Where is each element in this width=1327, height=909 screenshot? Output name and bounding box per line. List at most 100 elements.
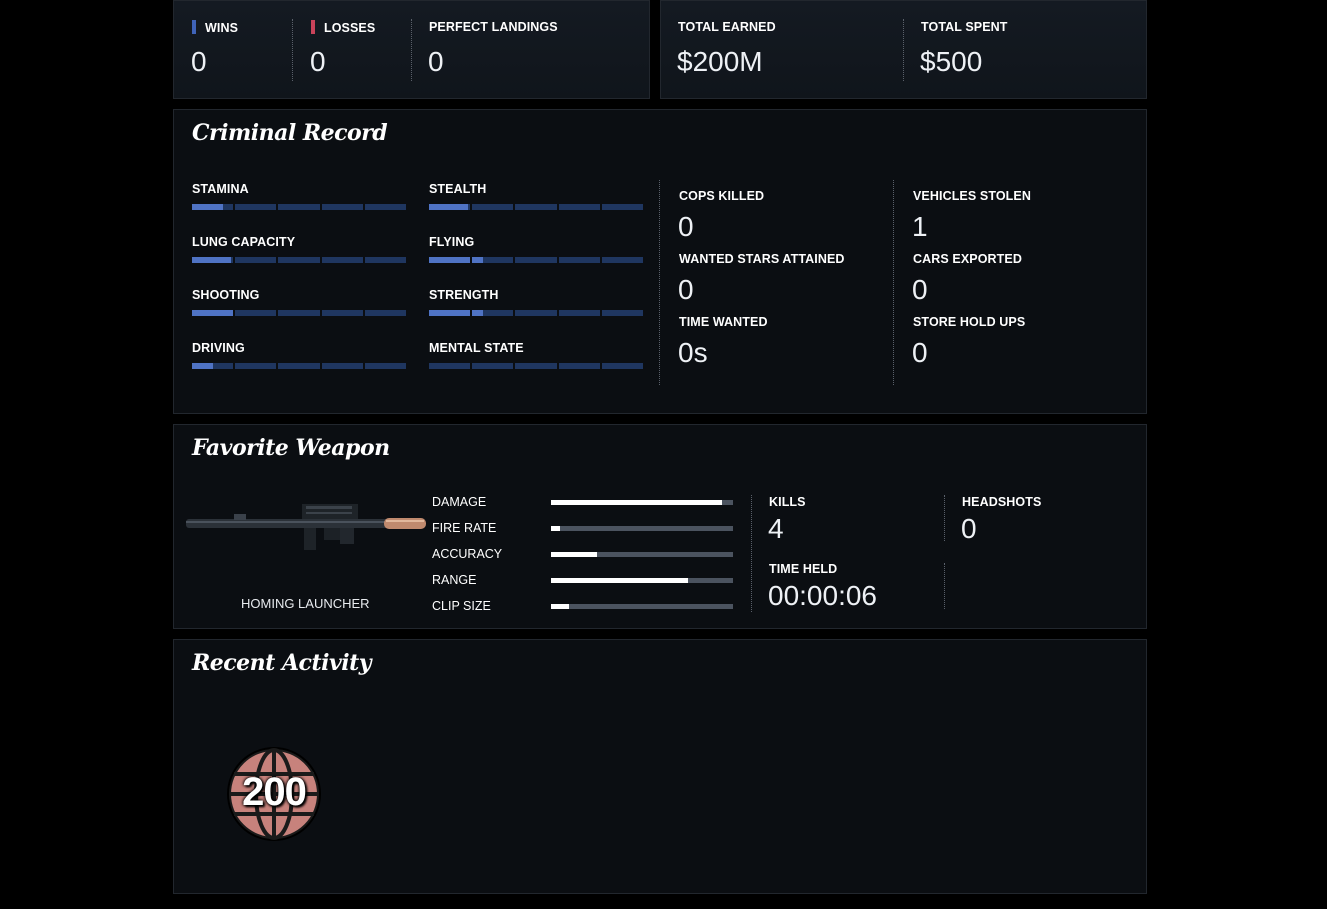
criminal-record-panel: Criminal Record STAMINA STEALTH LUNG CAPAC… bbox=[173, 109, 1147, 414]
skill-bar-fill bbox=[429, 204, 469, 210]
wins-swatch bbox=[192, 20, 196, 34]
recent-activity-title: Recent Activity bbox=[192, 650, 372, 676]
skill-bar bbox=[429, 204, 644, 210]
weapon-attr-fill bbox=[551, 604, 570, 609]
skill-bar-segment bbox=[472, 204, 514, 210]
skill-bar-segment bbox=[429, 204, 471, 210]
skill-bar-segment bbox=[515, 257, 557, 263]
weapon-attr-label: RANGE bbox=[432, 573, 477, 587]
total-spent-value: $500 bbox=[920, 46, 983, 77]
skill-bar-fill bbox=[429, 257, 471, 263]
skill-bar-segment bbox=[364, 204, 407, 210]
skill-bar bbox=[429, 257, 644, 263]
skill-bar-segment bbox=[472, 310, 514, 316]
skill-label: MENTAL STATE bbox=[429, 341, 524, 355]
skill-label: STEALTH bbox=[429, 182, 487, 196]
cars-exported-value: 0 bbox=[912, 274, 928, 305]
weapon-attr-bar bbox=[551, 500, 733, 505]
skill-bar-segment bbox=[515, 310, 557, 316]
skill-bar-segment bbox=[601, 310, 644, 316]
divider bbox=[751, 495, 752, 612]
skill-bar-segment bbox=[192, 363, 234, 369]
losses-label: LOSSES bbox=[311, 20, 375, 35]
skill-bar-segment bbox=[278, 257, 320, 263]
skill-bar-segment bbox=[601, 257, 644, 263]
weapon-attr-bar bbox=[551, 578, 733, 583]
recent-activity-panel: Recent Activity 200 bbox=[173, 639, 1147, 894]
skill-label: STRENGTH bbox=[429, 288, 499, 302]
skill-bar-segment bbox=[558, 363, 600, 369]
store-holdups-value: 0 bbox=[912, 337, 928, 368]
skill-bar-segment bbox=[278, 363, 320, 369]
skill-bar-segment bbox=[601, 363, 644, 369]
divider bbox=[292, 19, 293, 81]
skill-bar-segment bbox=[364, 363, 407, 369]
skill-bar bbox=[192, 204, 407, 210]
summary-panel-right: TOTAL EARNED $200M TOTAL SPENT $500 bbox=[660, 0, 1147, 99]
skill-bar-segment bbox=[558, 257, 600, 263]
skill-bar-segment bbox=[192, 257, 234, 263]
divider bbox=[411, 19, 412, 81]
skill-bar-segment bbox=[278, 204, 320, 210]
perfect-landings-value: 0 bbox=[428, 46, 444, 77]
skill-bar-segment bbox=[558, 310, 600, 316]
weapon-attr-label: FIRE RATE bbox=[432, 521, 497, 535]
losses-value: 0 bbox=[310, 46, 326, 77]
skill-bar-segment bbox=[321, 204, 363, 210]
weapon-attr-label: ACCURACY bbox=[432, 547, 503, 561]
weapon-attr-fill bbox=[551, 500, 723, 505]
skill-bar-segment bbox=[364, 310, 407, 316]
kills-label: KILLS bbox=[769, 495, 806, 509]
skill-bar-segment bbox=[472, 363, 514, 369]
time-wanted-value: 0s bbox=[678, 337, 708, 368]
weapon-attr-bar bbox=[551, 604, 733, 609]
homing-launcher-image bbox=[186, 504, 426, 550]
skill-bar-segment bbox=[235, 363, 277, 369]
skill-label: FLYING bbox=[429, 235, 475, 249]
summary-panel-left: WINS 0 LOSSES 0 PERFECT LANDINGS 0 bbox=[173, 0, 650, 99]
favorite-weapon-panel: Favorite Weapon HOMING LAUNCHER DAMAGE FI… bbox=[173, 424, 1147, 629]
skill-bar-segment bbox=[278, 310, 320, 316]
skill-bar-fill bbox=[429, 310, 471, 316]
perfect-landings-label: PERFECT LANDINGS bbox=[429, 20, 558, 34]
time-held-label: TIME HELD bbox=[769, 562, 838, 576]
skill-bar-fill bbox=[192, 257, 232, 263]
losses-swatch bbox=[311, 20, 315, 34]
weapon-attr-label: CLIP SIZE bbox=[432, 599, 491, 613]
skill-label: DRIVING bbox=[192, 341, 245, 355]
headshots-label: HEADSHOTS bbox=[962, 495, 1042, 509]
skill-bar-segment bbox=[429, 257, 471, 263]
skill-bar-segment bbox=[321, 257, 363, 263]
favorite-weapon-title: Favorite Weapon bbox=[192, 435, 390, 461]
divider bbox=[903, 19, 904, 81]
wanted-stars-value: 0 bbox=[678, 274, 694, 305]
skill-bar-segment bbox=[192, 310, 234, 316]
weapon-attr-bar bbox=[551, 552, 733, 557]
wins-label: WINS bbox=[192, 20, 238, 35]
skill-label: STAMINA bbox=[192, 182, 249, 196]
skill-bar-segment bbox=[515, 363, 557, 369]
skill-bar-segment bbox=[601, 204, 644, 210]
cops-killed-label: COPS KILLED bbox=[679, 189, 765, 203]
skill-bar-segment bbox=[235, 204, 277, 210]
weapon-attr-bar bbox=[551, 526, 733, 531]
skill-bar-segment bbox=[321, 363, 363, 369]
skill-label: SHOOTING bbox=[192, 288, 260, 302]
skill-bar-segment bbox=[235, 257, 277, 263]
rank-badge[interactable]: 200 bbox=[224, 744, 324, 844]
skill-bar-fill bbox=[192, 363, 213, 369]
vehicles-stolen-value: 1 bbox=[912, 211, 928, 242]
divider bbox=[944, 563, 945, 609]
time-held-value: 00:00:06 bbox=[768, 580, 877, 611]
divider bbox=[893, 180, 894, 385]
skill-bar-segment bbox=[515, 204, 557, 210]
skill-bar bbox=[192, 310, 407, 316]
kills-value: 4 bbox=[768, 513, 784, 544]
skill-label: LUNG CAPACITY bbox=[192, 235, 296, 249]
skill-bar bbox=[192, 363, 407, 369]
divider bbox=[659, 180, 660, 385]
vehicles-stolen-label: VEHICLES STOLEN bbox=[913, 189, 1031, 203]
skill-bar-segment bbox=[321, 310, 363, 316]
criminal-record-title: Criminal Record bbox=[192, 120, 388, 146]
store-holdups-label: STORE HOLD UPS bbox=[913, 315, 1026, 329]
